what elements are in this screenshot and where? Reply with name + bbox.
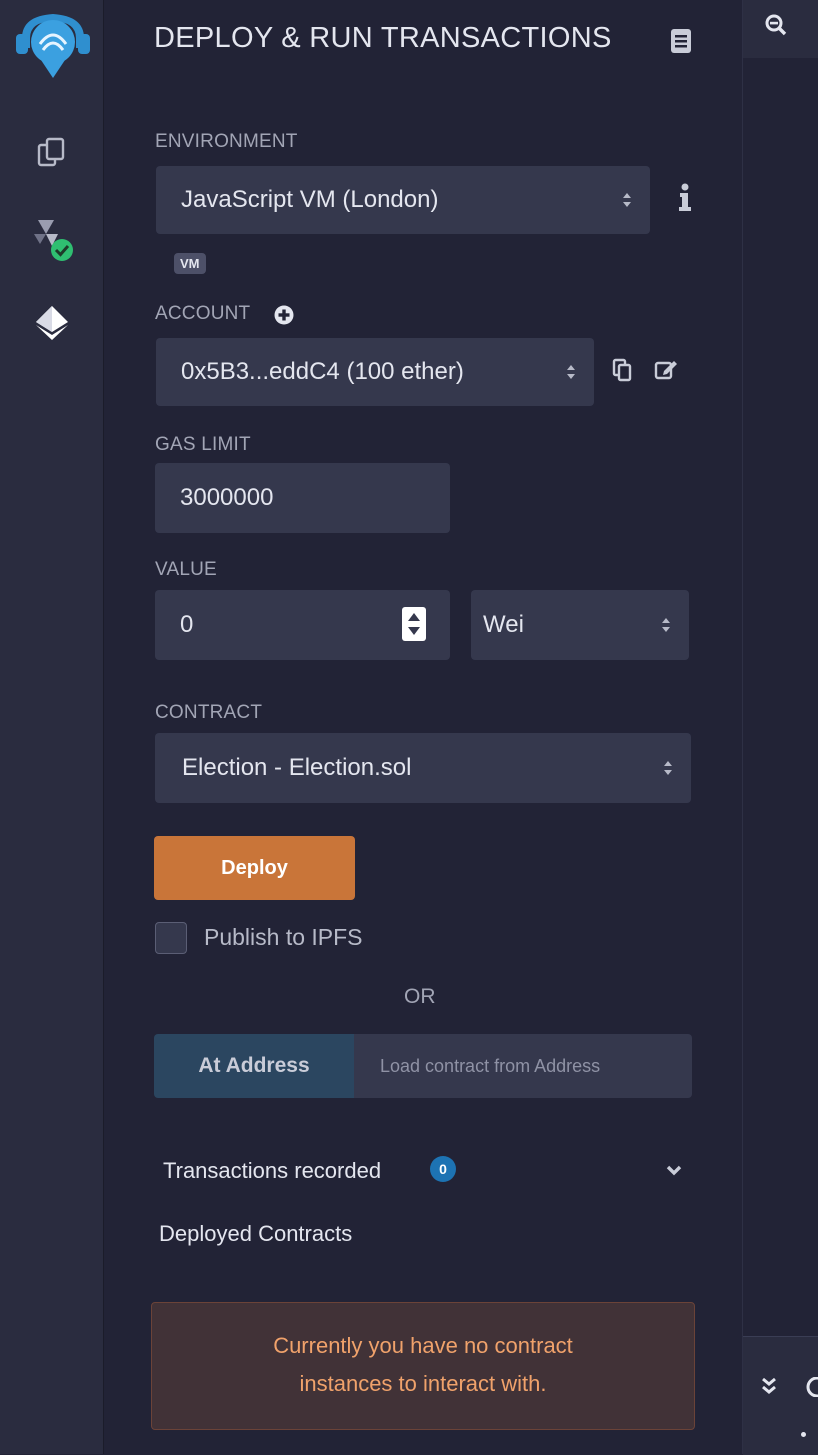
publish-ipfs-checkbox[interactable] — [155, 922, 187, 954]
vm-badge: VM — [174, 253, 206, 274]
contract-select[interactable]: Election - Election.sol — [155, 733, 691, 803]
double-chevron-down-icon[interactable] — [761, 1377, 777, 1400]
editor-area — [742, 0, 818, 1455]
select-caret-icon — [567, 365, 575, 379]
select-caret-icon — [664, 761, 672, 775]
value-stepper[interactable] — [402, 607, 426, 641]
solidity-compiler-icon[interactable] — [24, 212, 80, 268]
contract-label: CONTRACT — [155, 702, 263, 723]
value-amount: 0 — [180, 611, 194, 638]
icon-rail — [0, 0, 104, 1454]
account-value: 0x5B3...eddC4 (100 ether) — [181, 358, 464, 385]
value-unit-select[interactable]: Wei — [471, 590, 689, 660]
no-contracts-alert: Currently you have no contract instances… — [151, 1302, 695, 1430]
contract-value: Election - Election.sol — [182, 754, 412, 781]
file-explorer-icon[interactable] — [24, 124, 80, 180]
panel-title: DEPLOY & RUN TRANSACTIONS — [154, 22, 612, 54]
transactions-count-badge: 0 — [430, 1156, 456, 1182]
deploy-run-panel: DEPLOY & RUN TRANSACTIONS ENVIRONMENT Ja… — [104, 0, 742, 1454]
editor-tab-bar — [743, 0, 818, 58]
info-icon[interactable] — [678, 183, 692, 218]
documentation-icon[interactable] — [670, 28, 692, 59]
account-label: ACCOUNT — [155, 303, 251, 324]
stepper-arrows-icon — [408, 613, 420, 635]
select-caret-icon — [623, 193, 631, 207]
terminal-bar — [743, 1336, 818, 1455]
add-account-icon[interactable] — [274, 305, 294, 330]
chevron-down-icon[interactable] — [666, 1164, 682, 1182]
gas-limit-label: GAS LIMIT — [155, 434, 251, 455]
no-contracts-message-line1: Currently you have no contract — [273, 1333, 573, 1358]
no-contracts-message-line2: instances to interact with. — [299, 1371, 547, 1396]
remix-logo-icon[interactable] — [10, 8, 96, 80]
edit-icon[interactable] — [654, 358, 678, 385]
gas-limit-value: 3000000 — [180, 484, 274, 511]
or-divider: OR — [404, 985, 436, 1008]
at-address-input[interactable]: Load contract from Address — [354, 1034, 692, 1098]
deploy-button[interactable]: Deploy — [154, 836, 355, 900]
value-unit: Wei — [483, 611, 524, 638]
value-label: VALUE — [155, 559, 217, 580]
value-input[interactable]: 0 — [155, 590, 450, 660]
gas-limit-input[interactable]: 3000000 — [155, 463, 450, 533]
at-address-button[interactable]: At Address — [154, 1034, 354, 1098]
environment-value: JavaScript VM (London) — [181, 186, 439, 213]
environment-select[interactable]: JavaScript VM (London) — [156, 166, 650, 234]
deployed-contracts-heading: Deployed Contracts — [159, 1221, 353, 1246]
transactions-recorded-label[interactable]: Transactions recorded — [163, 1158, 381, 1184]
publish-ipfs-label: Publish to IPFS — [204, 924, 363, 950]
copy-icon[interactable] — [612, 358, 632, 387]
select-caret-icon — [662, 618, 670, 632]
zoom-out-icon[interactable] — [765, 14, 787, 41]
status-dot-icon — [801, 1432, 806, 1437]
deploy-run-icon[interactable] — [24, 294, 80, 350]
account-select[interactable]: 0x5B3...eddC4 (100 ether) — [156, 338, 594, 406]
clear-console-icon[interactable] — [805, 1376, 818, 1402]
environment-label: ENVIRONMENT — [155, 131, 298, 152]
